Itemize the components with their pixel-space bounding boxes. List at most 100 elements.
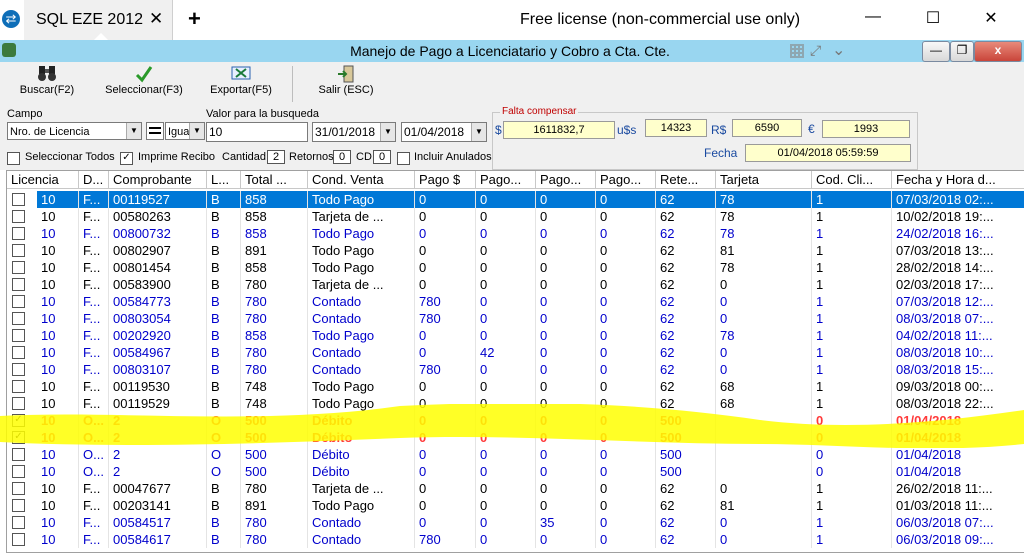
column-header[interactable]: Tarjeta [716, 171, 812, 189]
row-checkbox[interactable] [12, 295, 25, 308]
table-row[interactable]: 10 F... 00203141 B 891 Todo Pago 0 0 0 0 62 81 1 01/0… [7, 497, 1024, 514]
table-cell: 780 [415, 531, 476, 548]
row-checkbox[interactable] [12, 363, 25, 376]
date-to-picker[interactable]: 01/04/2018 ▼ [401, 122, 487, 142]
row-checkbox[interactable] [12, 380, 25, 393]
date-from-picker[interactable]: 31/01/2018 ▼ [312, 122, 396, 142]
tab-close-icon[interactable]: ✕ [149, 9, 163, 29]
minimize-icon[interactable]: — [858, 8, 888, 26]
salir-button[interactable]: Salir (ESC) [314, 64, 378, 104]
column-header[interactable]: Licencia [7, 171, 79, 189]
row-checkbox[interactable] [12, 261, 25, 274]
row-checkbox[interactable] [12, 312, 25, 325]
table-cell: 10 [37, 395, 79, 412]
table-cell: 0 [716, 276, 812, 293]
campo-select[interactable]: Nro. de Licencia ▼ [7, 122, 142, 140]
row-checkbox[interactable] [12, 448, 25, 461]
table-row[interactable]: 10 F... 00584517 B 780 Contado 0 0 35 0 62 0 1 06/03/… [7, 514, 1024, 531]
usd-symbol: u$s [617, 123, 637, 137]
tab-sql-eze[interactable]: SQL EZE 2012 ✕ [24, 0, 173, 40]
table-row[interactable]: 10 F... 00584773 B 780 Contado 780 0 0 0 62 0 1 07/03… [7, 293, 1024, 310]
table-cell: 1 [812, 395, 892, 412]
column-header[interactable]: L... [207, 171, 241, 189]
row-checkbox[interactable] [12, 499, 25, 512]
column-header[interactable]: Cod. Cli... [812, 171, 892, 189]
table-cell: 780 [241, 480, 308, 497]
table-cell: 01/04/2018 [892, 412, 1024, 429]
seleccionar-todos-checkbox[interactable] [7, 152, 20, 165]
table-row[interactable]: 10 O... 2 O 500 Débito 0 0 0 0 500 0 01/04/2018 ✓ [7, 412, 1024, 429]
buscar-button[interactable]: Buscar(F2) [14, 64, 80, 104]
column-header[interactable]: Rete... [656, 171, 716, 189]
window-minimize-button[interactable]: — [922, 41, 950, 62]
row-checkbox[interactable] [12, 193, 25, 206]
column-header[interactable]: Fecha y Hora d... [892, 171, 1024, 189]
new-tab-icon[interactable]: + [188, 6, 201, 32]
table-cell: 00583900 [109, 276, 207, 293]
table-row[interactable]: 10 F... 00119527 B 858 Todo Pago 0 0 0 0 62 78 1 07/0… [7, 191, 1024, 208]
row-checkbox[interactable] [12, 346, 25, 359]
column-header[interactable]: Comprobante [109, 171, 207, 189]
table-row[interactable]: 10 O... 2 O 500 Débito 0 0 0 0 500 0 01/04/2018 [7, 446, 1024, 463]
incluir-anulados-checkbox[interactable] [397, 152, 410, 165]
row-checkbox[interactable]: ✓ [12, 431, 25, 444]
seleccionar-button[interactable]: Seleccionar(F3) [100, 64, 188, 104]
chevron-down-icon: ▼ [471, 123, 486, 141]
table-cell: 0 [415, 429, 476, 446]
column-header[interactable]: Total ... [241, 171, 308, 189]
table-cell: 0 [596, 514, 656, 531]
column-header[interactable]: Pago... [596, 171, 656, 189]
grip-icon[interactable] [790, 44, 804, 58]
table-row[interactable]: 10 F... 00803054 B 780 Contado 780 0 0 0 62 0 1 08/03… [7, 310, 1024, 327]
table-cell: 0 [812, 463, 892, 480]
table-row[interactable]: 10 F... 00583900 B 780 Tarjeta de ... 0 0 0 0 62 0 1… [7, 276, 1024, 293]
table-row[interactable]: 10 F... 00800732 B 858 Todo Pago 0 0 0 0 62 78 1 24/0… [7, 225, 1024, 242]
row-checkbox[interactable] [12, 533, 25, 546]
table-row[interactable]: 10 F... 00119530 B 748 Todo Pago 0 0 0 0 62 68 1 09/0… [7, 378, 1024, 395]
column-header[interactable]: D... [79, 171, 109, 189]
expand-icon[interactable]: ⤢ [810, 42, 821, 59]
row-checkbox[interactable]: ✓ [12, 414, 25, 427]
row-checkbox[interactable] [12, 210, 25, 223]
table-row[interactable]: 10 F... 00580263 B 858 Tarjeta de ... 0 0 0 0 62 78… [7, 208, 1024, 225]
table-cell: 0 [536, 429, 596, 446]
row-checkbox[interactable] [12, 482, 25, 495]
table-cell: 0 [596, 497, 656, 514]
window-restore-button[interactable]: ❐ [950, 41, 974, 62]
column-header[interactable]: Pago... [536, 171, 596, 189]
table-row[interactable]: 10 F... 00584967 B 780 Contado 0 42 0 0 62 0 1 08/03/… [7, 344, 1024, 361]
column-header[interactable]: Pago $ [415, 171, 476, 189]
table-cell: 0 [596, 327, 656, 344]
table-row[interactable]: 10 F... 00802907 B 891 Todo Pago 0 0 0 0 62 81 1 07/0… [7, 242, 1024, 259]
row-checkbox[interactable] [12, 397, 25, 410]
table-row[interactable]: 10 F... 00803107 B 780 Contado 780 0 0 0 62 0 1 08/03… [7, 361, 1024, 378]
row-checkbox[interactable] [12, 329, 25, 342]
table-row[interactable]: 10 F... 00202920 B 858 Todo Pago 0 0 0 0 62 78 1 04/0… [7, 327, 1024, 344]
chevron-down-icon[interactable]: ⌄ [832, 40, 845, 60]
table-row[interactable]: 10 F... 00047677 B 780 Tarjeta de ... 0 0 0 0 62 0 1… [7, 480, 1024, 497]
table-row[interactable]: 10 F... 00801454 B 858 Todo Pago 0 0 0 0 62 78 1 28/0… [7, 259, 1024, 276]
close-icon[interactable]: ✕ [976, 8, 1006, 28]
valor-input[interactable]: 10 [206, 122, 308, 142]
table-cell: 1 [812, 259, 892, 276]
window-close-button[interactable]: x [974, 41, 1022, 62]
row-checkbox[interactable] [12, 227, 25, 240]
table-cell: 500 [241, 412, 308, 429]
row-checkbox[interactable] [12, 516, 25, 529]
table-row[interactable]: 10 F... 00584617 B 780 Contado 780 0 0 0 62 0 1 06/03… [7, 531, 1024, 548]
column-header[interactable]: Pago... [476, 171, 536, 189]
table-row[interactable]: 10 O... 2 O 500 Débito 0 0 0 0 500 0 01/04/2018 ✓ [7, 429, 1024, 446]
row-checkbox[interactable] [12, 278, 25, 291]
checkmark-icon [100, 64, 188, 84]
maximize-icon[interactable]: ☐ [918, 8, 948, 28]
table-cell: 1 [812, 208, 892, 225]
imprime-recibo-checkbox[interactable]: ✓ [120, 152, 133, 165]
exportar-button[interactable]: Exportar(F5) [206, 64, 276, 104]
table-cell: 0 [596, 276, 656, 293]
row-checkbox[interactable] [12, 465, 25, 478]
table-row[interactable]: 10 F... 00119529 B 748 Todo Pago 0 0 0 0 62 68 1 08/0… [7, 395, 1024, 412]
column-header[interactable]: Cond. Venta [308, 171, 415, 189]
table-row[interactable]: 10 O... 2 O 500 Débito 0 0 0 0 500 0 01/04/2018 [7, 463, 1024, 480]
row-checkbox[interactable] [12, 244, 25, 257]
operator-select[interactable]: Igua ▼ [165, 122, 205, 140]
